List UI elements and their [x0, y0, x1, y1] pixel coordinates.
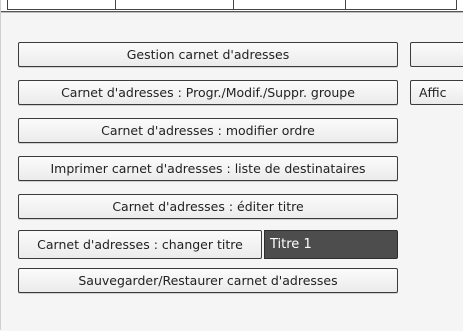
settings-screen: Gestion carnet d'adresses Carnet d'adres… [0, 0, 463, 331]
backup-restore-button[interactable]: Sauvegarder/Restaurer carnet d'adresses [18, 268, 398, 293]
current-title-value: Titre 1 [264, 230, 398, 259]
edit-title-button[interactable]: Carnet d'adresses : éditer titre [18, 194, 398, 219]
display-button-partial[interactable]: Affic [410, 80, 463, 105]
modify-order-button[interactable]: Carnet d'adresses : modifier ordre [18, 118, 398, 143]
manage-address-book-button[interactable]: Gestion carnet d'adresses [18, 42, 398, 67]
top-tab-1[interactable] [7, 0, 117, 10]
right-column-button-1[interactable] [410, 42, 463, 67]
top-tab-3[interactable] [233, 0, 347, 10]
change-title-row: Carnet d'adresses : changer titre Titre … [18, 230, 398, 259]
change-title-button[interactable]: Carnet d'adresses : changer titre [18, 230, 262, 259]
top-tab-strip [1, 0, 463, 12]
top-tab-2[interactable] [115, 0, 235, 10]
print-destination-list-button[interactable]: Imprimer carnet d'adresses : liste de de… [18, 156, 398, 181]
group-program-button[interactable]: Carnet d'adresses : Progr./Modif./Suppr.… [18, 80, 398, 105]
top-tab-4[interactable] [345, 0, 457, 10]
